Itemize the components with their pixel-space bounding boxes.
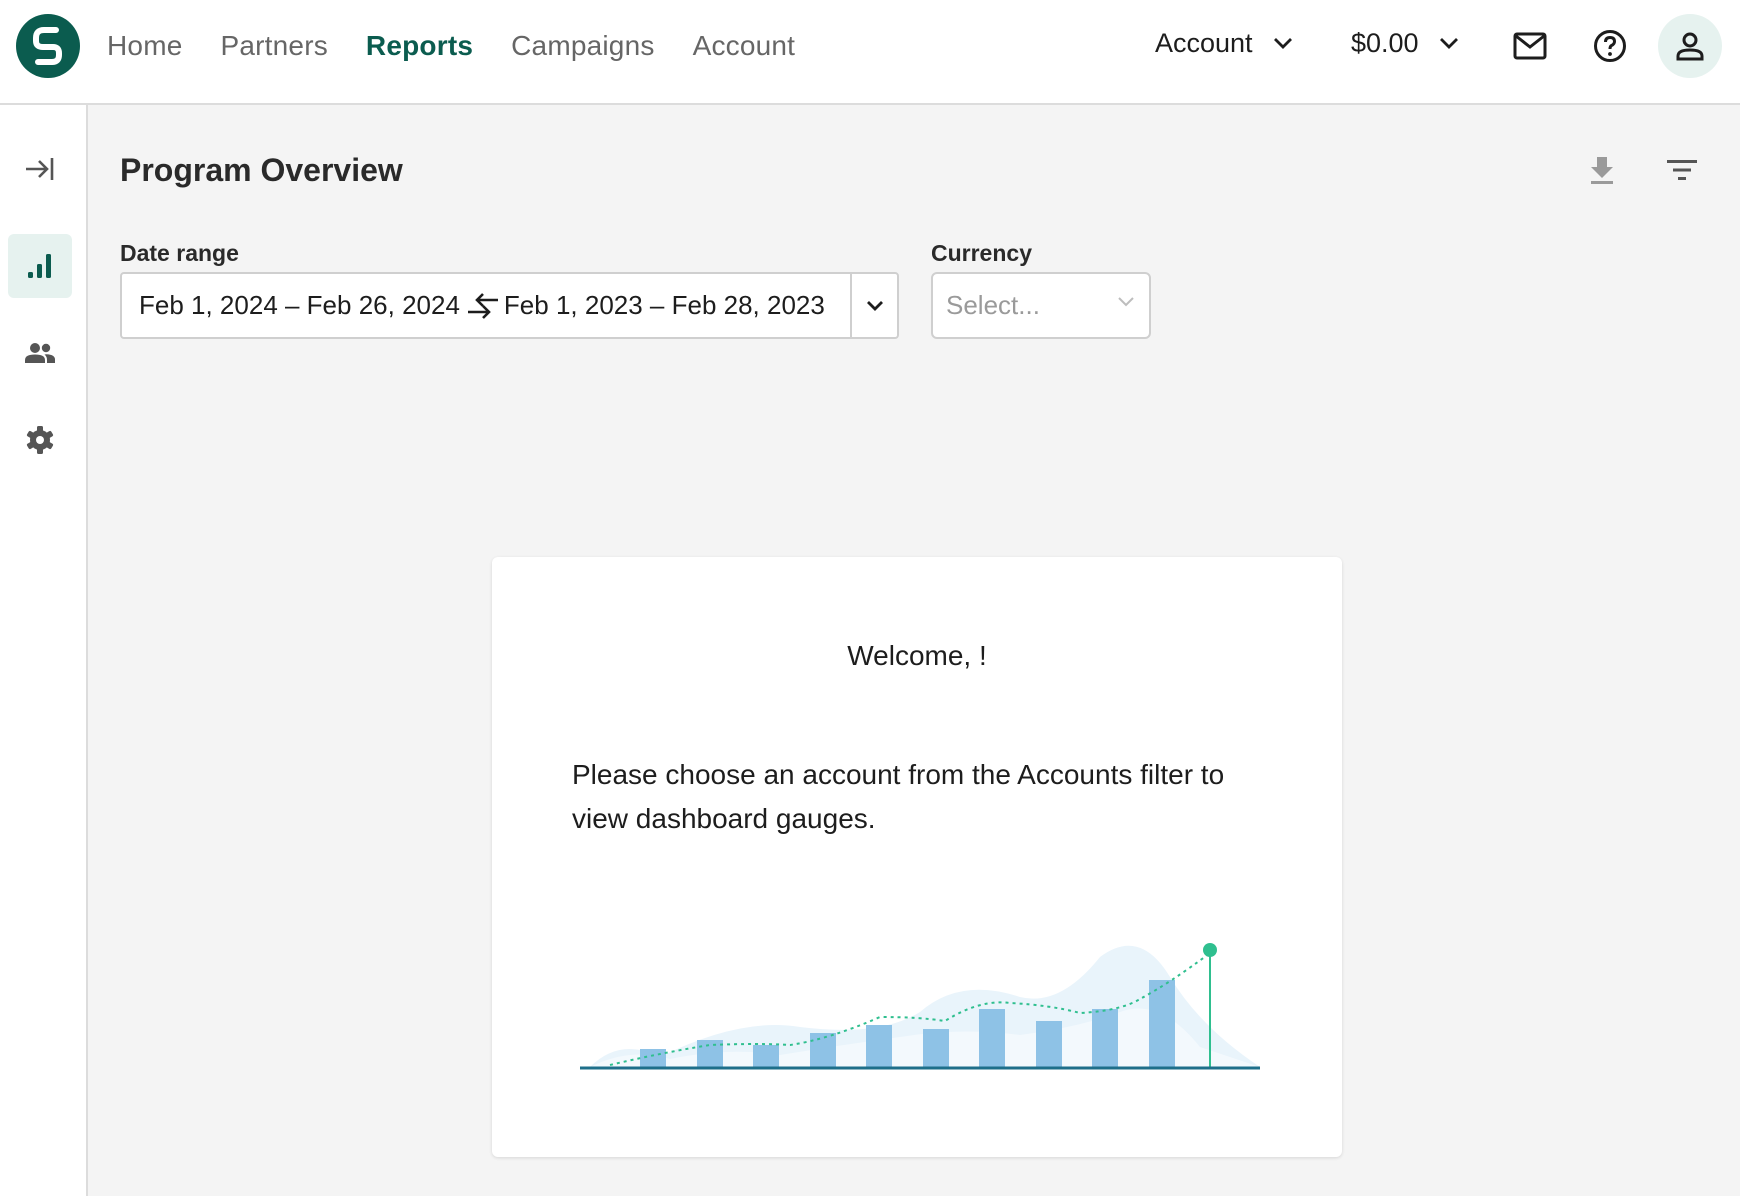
nav-home[interactable]: Home (107, 30, 183, 62)
nav-account[interactable]: Account (693, 30, 796, 62)
download-icon (1591, 157, 1613, 184)
nav-reports[interactable]: Reports (366, 30, 473, 62)
bar-chart-icon (28, 254, 51, 278)
sidebar (0, 105, 88, 1196)
date-range-comparison: Feb 1, 2023 – Feb 28, 2023 (503, 290, 825, 320)
currency-label: Currency (931, 240, 1032, 266)
cj-logo[interactable] (16, 14, 80, 78)
sidebar-item-settings[interactable] (8, 408, 72, 472)
illustration-bar (979, 1009, 1005, 1068)
illustration-bar (1149, 980, 1175, 1068)
currency-select[interactable]: Select... (931, 272, 1151, 339)
sidebar-item-partners[interactable] (8, 321, 72, 385)
welcome-heading: Welcome, ! (847, 640, 987, 671)
chevron-down-icon (1118, 297, 1134, 307)
mail-icon (1513, 32, 1547, 60)
main-nav: Home Partners Reports Campaigns Account (107, 0, 833, 92)
download-button[interactable] (1580, 148, 1624, 192)
chevron-down-icon (1273, 37, 1292, 49)
illustration-bar (810, 1033, 836, 1068)
balance-dropdown-label: $0.00 (1351, 28, 1419, 58)
illustration-bar (1036, 1021, 1062, 1068)
illustration-bar (1092, 1009, 1118, 1068)
help-icon (1594, 30, 1626, 62)
sidebar-collapse-button[interactable] (8, 137, 72, 201)
date-range-primary: Feb 1, 2024 – Feb 26, 2024 (139, 290, 460, 320)
chart-illustration (580, 943, 1260, 1070)
welcome-card: Welcome, ! Please choose an account from… (492, 557, 1342, 1157)
people-icon (25, 343, 55, 363)
illustration-bar (866, 1025, 892, 1068)
date-range-label: Date range (120, 240, 239, 266)
chevron-down-icon (866, 300, 883, 311)
welcome-message: Please choose an account from the Accoun… (572, 759, 1225, 834)
collapse-sidebar-icon (26, 158, 54, 180)
user-avatar-button[interactable] (1658, 14, 1722, 78)
illustration-bar (923, 1029, 949, 1068)
nav-partners[interactable]: Partners (221, 30, 328, 62)
illustration-bar (753, 1045, 779, 1068)
filter-icon (1667, 160, 1697, 180)
illustration-bar (640, 1049, 666, 1068)
account-dropdown-label: Account (1155, 28, 1253, 58)
top-bar: Home Partners Reports Campaigns Account … (0, 0, 1740, 105)
account-dropdown[interactable]: Account (1155, 28, 1293, 59)
nav-campaigns[interactable]: Campaigns (511, 30, 654, 62)
gear-icon (26, 426, 54, 454)
currency-placeholder: Select... (946, 290, 1040, 320)
balance-dropdown[interactable]: $0.00 (1351, 28, 1459, 59)
page-title: Program Overview (120, 152, 403, 188)
cj-logo-icon (17, 15, 79, 77)
user-icon (1676, 32, 1704, 61)
sidebar-item-reports[interactable] (8, 234, 72, 298)
illustration-marker-dot (1203, 943, 1217, 957)
illustration-bar (697, 1040, 723, 1068)
chevron-down-icon (1439, 37, 1458, 49)
date-range-toggle[interactable] (850, 274, 897, 337)
compare-arrows-icon (466, 291, 500, 321)
mail-button[interactable] (1506, 22, 1554, 70)
date-range-picker[interactable]: Feb 1, 2024 – Feb 26, 2024 Feb 1, 2023 –… (120, 272, 899, 339)
filter-button[interactable] (1660, 148, 1704, 192)
help-button[interactable] (1586, 22, 1634, 70)
